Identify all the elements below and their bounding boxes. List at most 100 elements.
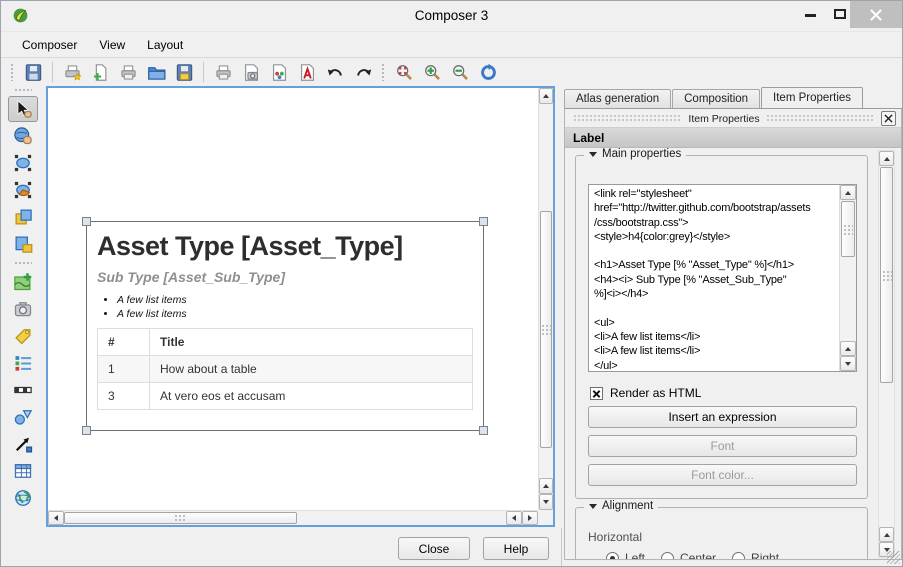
radio-right[interactable] <box>732 552 745 561</box>
scroll-right-button[interactable] <box>522 511 538 525</box>
resize-handle[interactable] <box>479 426 488 435</box>
scroll-up-button[interactable] <box>879 527 894 542</box>
add-map-icon <box>13 272 33 292</box>
scrollbar-thumb[interactable] <box>880 167 893 383</box>
add-label-button[interactable] <box>8 323 38 349</box>
canvas-horizontal-scrollbar[interactable] <box>48 510 538 525</box>
move-item-content-button[interactable] <box>8 177 38 203</box>
add-basic-shape-button[interactable] <box>8 404 38 430</box>
composer-manager-button[interactable] <box>115 60 141 84</box>
toolbar-handle[interactable] <box>381 63 386 81</box>
dock-close-button[interactable] <box>881 111 896 126</box>
scroll-down-button[interactable] <box>539 494 553 510</box>
panel-tabbar: Atlas generation Composition Item Proper… <box>564 87 864 108</box>
add-legend-button[interactable] <box>8 350 38 376</box>
zoom-composer-button[interactable] <box>8 123 38 149</box>
save-project-button[interactable] <box>20 60 46 84</box>
scroll-up-button[interactable] <box>840 341 856 356</box>
close-window-button[interactable] <box>850 1 902 28</box>
save-template-icon <box>175 63 194 82</box>
add-arrow-button[interactable] <box>8 431 38 457</box>
toolbar-handle[interactable] <box>14 261 32 266</box>
table-cell: 3 <box>98 383 150 410</box>
maximize-button[interactable] <box>834 9 846 19</box>
pan-composer-button[interactable] <box>8 96 38 122</box>
save-as-template-button[interactable] <box>171 60 197 84</box>
menu-composer[interactable]: Composer <box>11 34 88 56</box>
tab-composition[interactable]: Composition <box>672 89 760 108</box>
help-button[interactable]: Help <box>483 537 549 560</box>
alignment-group: Alignment Horizontal Left Center Right <box>575 507 868 560</box>
editor-vertical-scrollbar[interactable] <box>839 185 856 371</box>
scroll-down-button[interactable] <box>840 356 856 371</box>
add-attribute-table-button[interactable] <box>8 458 38 484</box>
resize-handle[interactable] <box>82 217 91 226</box>
main-properties-title[interactable]: Main properties <box>584 148 686 160</box>
add-image-button[interactable] <box>8 296 38 322</box>
render-as-html-row[interactable]: Render as HTML <box>590 386 701 400</box>
redo-button[interactable] <box>350 60 376 84</box>
radio-center[interactable] <box>661 552 674 561</box>
panel-vertical-scrollbar[interactable] <box>878 150 895 558</box>
export-pdf-button[interactable] <box>294 60 320 84</box>
alignment-title[interactable]: Alignment <box>584 500 658 512</box>
refresh-view-button[interactable] <box>475 60 501 84</box>
composition-canvas[interactable]: Asset Type [Asset_Type] Sub Type [Asset_… <box>46 86 555 527</box>
new-composer-button[interactable] <box>59 60 85 84</box>
export-image-button[interactable] <box>238 60 264 84</box>
minimize-button[interactable] <box>805 14 816 17</box>
add-html-frame-button[interactable] <box>8 485 38 511</box>
font-color-button[interactable]: Font color... <box>588 464 857 486</box>
label-html-source-input[interactable]: <link rel="stylesheet" href="http://twit… <box>589 185 840 371</box>
export-svg-button[interactable] <box>266 60 292 84</box>
dock-title: Item Properties <box>688 113 759 125</box>
scroll-up-button[interactable] <box>539 478 553 494</box>
zoom-in-button[interactable] <box>419 60 445 84</box>
footer-divider <box>561 528 562 566</box>
zoom-full-button[interactable] <box>391 60 417 84</box>
insert-expression-button[interactable]: Insert an expression <box>588 406 857 428</box>
label-item[interactable]: Asset Type [Asset_Type] Sub Type [Asset_… <box>86 221 484 431</box>
menu-layout[interactable]: Layout <box>136 34 194 56</box>
title-bar: Composer 3 <box>1 1 902 31</box>
undo-button[interactable] <box>322 60 348 84</box>
rendered-table: # Title 1 How about a table 3 At vero eo… <box>97 328 473 410</box>
toolbar-handle[interactable] <box>10 63 15 81</box>
toolbar-handle[interactable] <box>14 88 32 93</box>
table-row: 3 At vero eos et accusam <box>98 383 473 410</box>
resize-handle[interactable] <box>479 217 488 226</box>
align-items-button[interactable] <box>8 231 38 257</box>
window-resize-grip[interactable] <box>887 551 900 564</box>
dock-titlebar[interactable]: Item Properties <box>567 111 899 126</box>
add-new-map-button[interactable] <box>8 269 38 295</box>
print-icon <box>214 63 233 82</box>
scrollbar-thumb[interactable] <box>64 512 297 524</box>
scroll-left-button[interactable] <box>506 511 522 525</box>
duplicate-composer-button[interactable] <box>87 60 113 84</box>
zoom-out-button[interactable] <box>447 60 473 84</box>
scroll-up-button[interactable] <box>840 185 856 200</box>
render-as-html-checkbox[interactable] <box>590 387 603 400</box>
save-icon <box>24 63 43 82</box>
canvas-vertical-scrollbar[interactable] <box>538 88 553 510</box>
scrollbar-thumb[interactable] <box>841 201 855 257</box>
scrollbar-thumb[interactable] <box>540 211 552 448</box>
add-scalebar-button[interactable] <box>8 377 38 403</box>
font-button[interactable]: Font <box>588 435 857 457</box>
print-button[interactable] <box>210 60 236 84</box>
close-button[interactable]: Close <box>398 537 470 560</box>
tab-atlas-generation[interactable]: Atlas generation <box>564 89 671 108</box>
load-from-template-button[interactable] <box>143 60 169 84</box>
menu-view[interactable]: View <box>88 34 136 56</box>
group-items-button[interactable] <box>8 204 38 230</box>
scroll-up-button[interactable] <box>879 151 894 166</box>
radio-left[interactable] <box>606 552 619 561</box>
tab-item-properties[interactable]: Item Properties <box>761 87 863 108</box>
export-svg-icon <box>270 63 289 82</box>
scroll-left-button[interactable] <box>48 511 64 525</box>
shapes-icon <box>13 407 33 427</box>
scroll-up-button[interactable] <box>539 88 553 104</box>
select-move-item-button[interactable] <box>8 150 38 176</box>
window-title: Composer 3 <box>1 8 902 23</box>
resize-handle[interactable] <box>82 426 91 435</box>
